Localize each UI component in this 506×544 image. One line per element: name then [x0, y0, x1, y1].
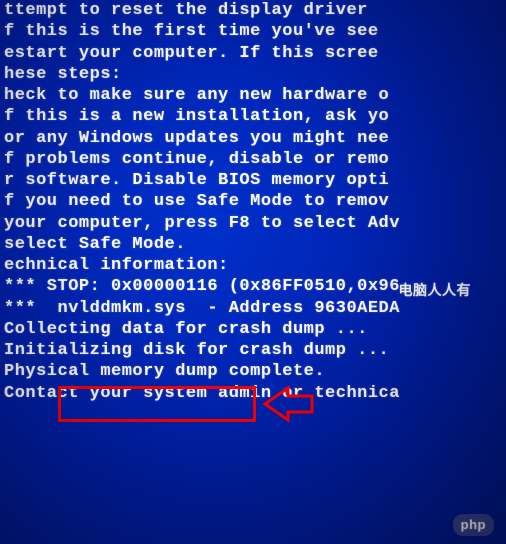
- bsod-line: ttempt to reset the display driver: [4, 0, 506, 21]
- bsod-line: r software. Disable BIOS memory opti: [4, 170, 506, 191]
- bsod-text-content: ttempt to reset the display driver f thi…: [0, 0, 506, 404]
- bsod-line: echnical information:: [4, 255, 506, 276]
- bsod-line: select Safe Mode.: [4, 234, 506, 255]
- bsod-line: estart your computer. If this scree: [4, 43, 506, 64]
- php-logo-watermark: php: [453, 514, 494, 536]
- bsod-line: Collecting data for crash dump ...: [4, 319, 506, 340]
- bsod-line: *** nvlddmkm.sys - Address 9630AEDA: [4, 298, 506, 319]
- bsod-line: f problems continue, disable or remo: [4, 149, 506, 170]
- bsod-line: or any Windows updates you might nee: [4, 128, 506, 149]
- bsod-line: Contact your system admin or technica: [4, 383, 506, 404]
- bsod-line: your computer, press F8 to select Adv: [4, 213, 506, 234]
- watermark-text: 电脑人人有: [399, 282, 472, 300]
- bsod-line: f this is a new installation, ask yo: [4, 106, 506, 127]
- bsod-line: f this is the first time you've see: [4, 21, 506, 42]
- bsod-line: f you need to use Safe Mode to remov: [4, 191, 506, 212]
- bsod-screen: ttempt to reset the display driver f thi…: [0, 0, 506, 404]
- bsod-line: hese steps:: [4, 64, 506, 85]
- bsod-line: Initializing disk for crash dump ...: [4, 340, 506, 361]
- bsod-line: Physical memory dump complete.: [4, 361, 506, 382]
- bsod-line: heck to make sure any new hardware o: [4, 85, 506, 106]
